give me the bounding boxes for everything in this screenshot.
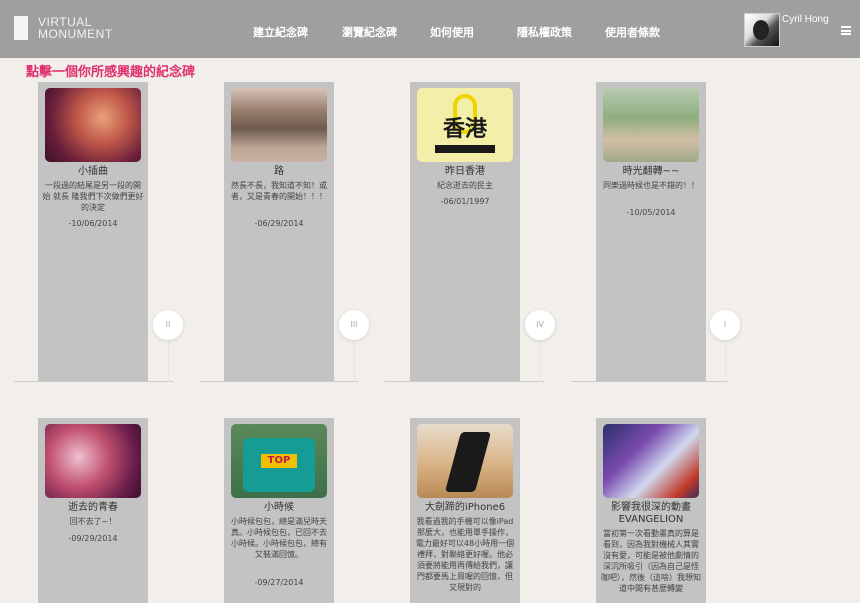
monument-description: 一段過的結尾是另一段的開始 就長 隆我們下次做們更好的決定 bbox=[42, 181, 144, 212]
monument-description: 小時候包包，總是滿兒時天真。小時候包包，已回不去小時候。小時候包包，總有又裝滿回… bbox=[231, 517, 327, 559]
monument-description: 當初第一次看動畫真的算是看到，因為我對機械人其實沒有愛，可能是被他劇情的深沉所吸… bbox=[601, 529, 701, 593]
monument-card[interactable]: 大劍蹄的iPhone6 我看過我的手機可以像iPad那麼大，也能用單手操作，電力… bbox=[410, 418, 520, 603]
monument-name: 昨日香港 bbox=[445, 166, 485, 177]
monument-card[interactable]: 路 然長不長，我知道不知！或者，又是青春的開始！！！ -06/29/2014 bbox=[224, 82, 334, 381]
hamburger-menu-icon[interactable] bbox=[841, 26, 851, 35]
timeline-connector bbox=[725, 340, 726, 382]
monument-name: 影響我很深的動畫 EVANGELION bbox=[611, 502, 691, 525]
monument-card[interactable]: 香港 昨日香港 紀念逝去的民主 -06/01/1997 bbox=[410, 82, 520, 381]
nav-browse-monuments[interactable]: 瀏覽紀念碑 bbox=[342, 24, 397, 40]
monument-name: 小時候 bbox=[264, 502, 294, 513]
monument-photo: 香港 bbox=[417, 88, 513, 162]
user-name[interactable]: Cyril Hong bbox=[782, 14, 829, 25]
monument-date: -10/06/2014 bbox=[68, 219, 118, 228]
monument-photo bbox=[231, 88, 327, 162]
user-avatar[interactable] bbox=[744, 13, 780, 47]
monument-photo: TOP bbox=[231, 424, 327, 498]
monument-name: 大劍蹄的iPhone6 bbox=[424, 502, 506, 513]
nav-privacy-policy[interactable]: 隱私權政策 bbox=[517, 24, 572, 40]
monument-date: -09/27/2014 bbox=[254, 578, 304, 587]
timeline-connector bbox=[354, 340, 355, 382]
monument-description: 然長不長，我知道不知！或者，又是青春的開始！！！ bbox=[231, 181, 327, 201]
monument-name: 路 bbox=[274, 166, 284, 177]
monument-card[interactable]: 時光翻轉~~ 同樂過時候也是不錯的！！ -10/05/2014 bbox=[596, 82, 706, 381]
monument-card[interactable]: 影響我很深的動畫 EVANGELION 當初第一次看動畫真的算是看到，因為我對機… bbox=[596, 418, 706, 603]
nav-how-to-use[interactable]: 如何使用 bbox=[430, 24, 474, 40]
page-marker[interactable]: IV bbox=[525, 310, 555, 340]
monument-description: 我看過我的手機可以像iPad那麼大，也能用單手操作，電力最好可以48小時用一個禮… bbox=[415, 517, 515, 592]
monument-photo bbox=[603, 88, 699, 162]
timeline-divider bbox=[385, 381, 545, 382]
monument-description: 回不去了~！ bbox=[69, 517, 117, 526]
nav-terms-of-use[interactable]: 使用者條款 bbox=[605, 24, 660, 40]
top-navigation-bar: VIRTUAL MONUMENT 建立紀念碑 瀏覽紀念碑 如何使用 隱私權政策 … bbox=[0, 0, 860, 58]
page-marker[interactable]: II bbox=[153, 310, 183, 340]
nav-create-monument[interactable]: 建立紀念碑 bbox=[253, 24, 308, 40]
timeline-divider bbox=[14, 381, 173, 382]
monument-photo bbox=[417, 424, 513, 498]
monument-date: -10/05/2014 bbox=[626, 208, 676, 217]
monument-description: 同樂過時候也是不錯的！！ bbox=[603, 181, 699, 190]
monument-card[interactable]: TOP 小時候 小時候包包，總是滿兒時天真。小時候包包，已回不去小時候。小時候包… bbox=[224, 418, 334, 603]
timeline-divider bbox=[200, 381, 358, 382]
page-heading: 點擊一個你所感興趣的紀念碑 bbox=[26, 65, 196, 80]
monument-card[interactable]: 逝去的青春 回不去了~！ -09/29/2014 bbox=[38, 418, 148, 603]
monument-date: -06/29/2014 bbox=[254, 219, 304, 228]
timeline-connector bbox=[168, 340, 169, 382]
timeline-connector bbox=[540, 340, 541, 382]
monument-name: 逝去的青春 bbox=[68, 502, 118, 513]
page-marker[interactable]: I bbox=[710, 310, 740, 340]
monument-photo bbox=[603, 424, 699, 498]
page-marker[interactable]: III bbox=[339, 310, 369, 340]
monument-card[interactable]: 小插曲 一段過的結尾是另一段的開始 就長 隆我們下次做們更好的決定 -10/06… bbox=[38, 82, 148, 381]
site-logo[interactable]: VIRTUAL MONUMENT bbox=[14, 16, 114, 44]
logo-text-line2: MONUMENT bbox=[38, 27, 113, 41]
monument-description: 紀念逝去的民主 bbox=[437, 181, 493, 190]
monument-date: -09/29/2014 bbox=[68, 534, 118, 543]
logo-mark bbox=[14, 16, 28, 40]
monument-photo bbox=[45, 88, 141, 162]
monument-name: 時光翻轉~~ bbox=[622, 166, 680, 177]
monument-name: 小插曲 bbox=[78, 166, 108, 177]
timeline-divider bbox=[571, 381, 729, 382]
monument-photo bbox=[45, 424, 141, 498]
monument-date: -06/01/1997 bbox=[440, 197, 490, 206]
